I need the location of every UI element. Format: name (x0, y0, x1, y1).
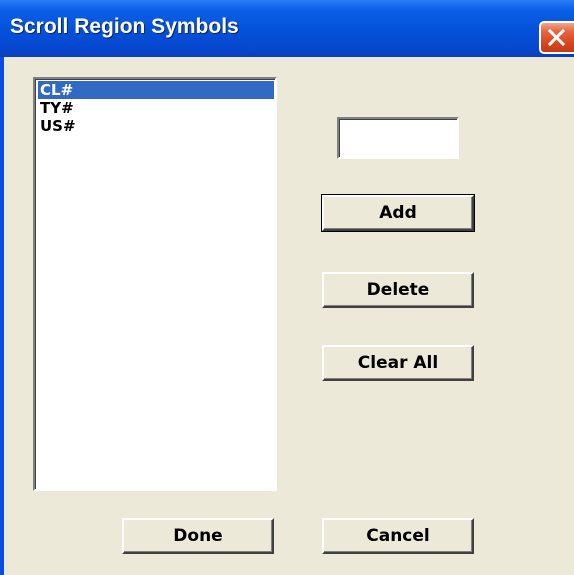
dialog-window: Scroll Region Symbols CL# TY# US# Add De… (0, 0, 574, 575)
list-item[interactable]: CL# (38, 81, 274, 99)
list-item[interactable]: TY# (38, 99, 274, 117)
window-title: Scroll Region Symbols (10, 15, 239, 38)
close-button[interactable] (539, 21, 574, 54)
delete-button[interactable]: Delete (322, 272, 474, 308)
dialog-body: CL# TY# US# Add Delete Clear All Done Ca… (4, 57, 574, 575)
list-item[interactable]: US# (38, 117, 274, 135)
symbol-input[interactable] (337, 117, 459, 159)
title-bar[interactable]: Scroll Region Symbols (0, 0, 574, 57)
cancel-button[interactable]: Cancel (322, 518, 474, 554)
symbol-listbox[interactable]: CL# TY# US# (33, 77, 277, 491)
clear-all-button[interactable]: Clear All (322, 345, 474, 381)
done-button[interactable]: Done (122, 518, 274, 554)
add-button[interactable]: Add (321, 194, 475, 232)
